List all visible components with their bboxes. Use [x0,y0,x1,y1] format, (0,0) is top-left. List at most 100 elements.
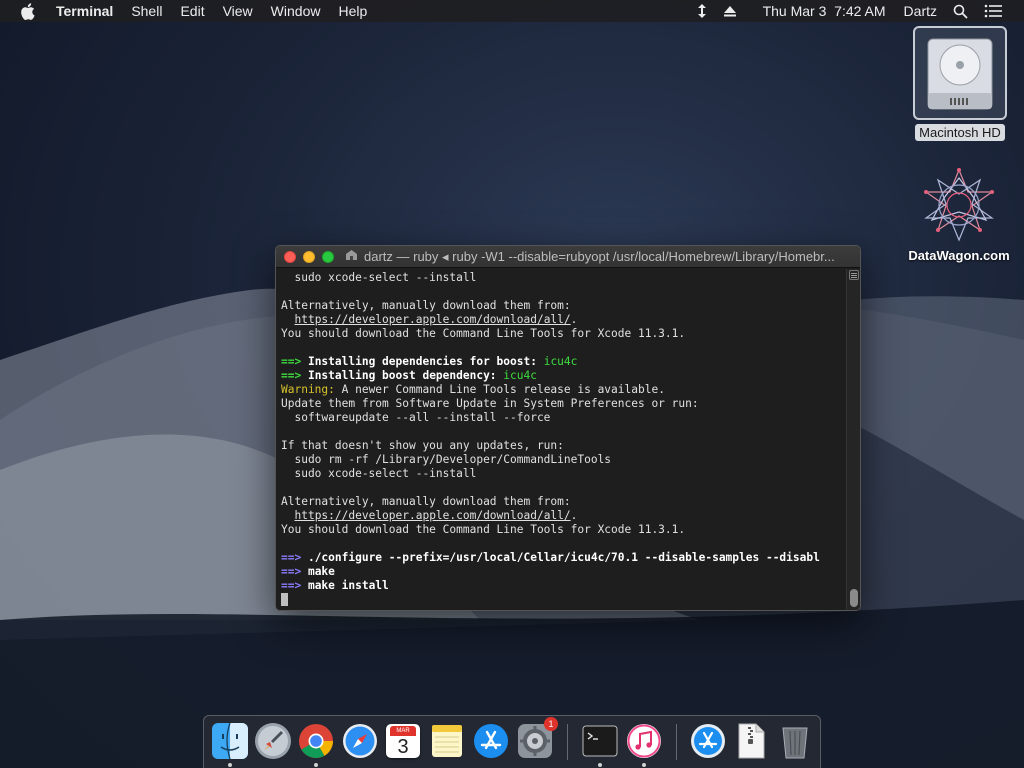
terminal-line: sudo rm -rf /Library/Developer/CommandLi… [281,453,612,466]
arrow-marker: ==> [281,579,302,592]
menu-view[interactable]: View [214,0,262,22]
dock-itunes[interactable] [624,721,664,767]
terminal-line: You should download the Command Line Too… [281,523,686,536]
dock-safari[interactable] [340,721,380,761]
notes-icon [432,725,462,757]
dock-separator [676,724,677,760]
menu-edit[interactable]: Edit [171,0,213,22]
arrow-marker: ==> [281,565,302,578]
hard-drive-icon [913,26,1007,120]
terminal-output[interactable]: sudo xcode-select --install Alternativel… [276,269,846,610]
running-indicator [642,763,646,767]
launchpad-rocket-icon [255,723,291,759]
warning-label: Warning: [281,383,335,396]
zoom-window-button[interactable] [322,250,334,263]
dock-app-store[interactable] [471,721,511,761]
line-text: make [301,565,335,578]
download-link[interactable]: https://developer.apple.com/download/all… [294,313,570,326]
dock-notes[interactable] [427,721,467,761]
terminal-line: Alternatively, manually download them fr… [281,299,571,312]
desktop-icon-label: Macintosh HD [915,124,1005,141]
terminal-line: Alternatively, manually download them fr… [281,495,571,508]
running-indicator [228,763,232,767]
menu-window[interactable]: Window [262,0,330,22]
window-title: dartz — ruby ◂ ruby -W1 --disable=rubyop… [364,248,835,264]
dock-finder[interactable] [210,721,250,767]
dock-launchpad[interactable] [253,721,293,761]
music-note-icon [627,724,661,758]
scroll-menu-icon[interactable] [849,270,859,280]
terminal-line: Warning: A newer Command Line Tools rele… [281,383,846,397]
package-name: icu4c [503,369,537,382]
notification-center-icon[interactable] [976,4,1010,18]
dock-app-store-download[interactable] [688,721,728,761]
download-link[interactable]: https://developer.apple.com/download/all… [294,509,570,522]
notification-badge: 1 [544,717,558,731]
terminal-line: https://developer.apple.com/download/all… [281,313,846,327]
search-icon[interactable] [945,4,976,19]
macintosh-hd-desktop-icon[interactable]: Macintosh HD [908,26,1012,141]
scrollbar-thumb[interactable] [850,589,858,607]
line-text: Installing dependencies for boost: [301,355,544,368]
terminal-line: https://developer.apple.com/download/all… [281,509,846,523]
menu-shell[interactable]: Shell [122,0,171,22]
datawagon-star-icon [924,168,994,242]
terminal-line: You should download the Command Line Too… [281,327,686,340]
app-store-icon [474,724,508,758]
terminal-line: ==> Installing dependencies for boost: i… [281,355,846,369]
terminal-line: sudo xcode-select --install [281,271,477,284]
datawagon-desktop-icon[interactable]: DataWagon.com [900,168,1018,263]
app-store-icon [691,724,725,758]
running-indicator [314,763,318,767]
home-folder-icon [345,248,358,266]
terminal-line: If that doesn't show you any updates, ru… [281,439,564,452]
minimize-window-button[interactable] [303,250,315,263]
menu-clock[interactable]: Thu Mar 3 7:42 AM [755,0,894,22]
line-suffix: . [570,313,578,326]
line-suffix: . [570,509,578,522]
dock: MAR 3 1 [203,715,821,768]
menu-app-terminal[interactable]: Terminal [52,0,122,22]
terminal-line: ==> make install [281,579,846,593]
desktop-icon-label: DataWagon.com [908,248,1010,263]
calendar-month: MAR [390,726,416,736]
menu-user[interactable]: Dartz [896,0,945,22]
terminal-line: ==> make [281,565,846,579]
arrow-marker: ==> [281,355,302,368]
dock-calendar[interactable]: MAR 3 [383,721,423,761]
terminal-line: softwareupdate --all --install --force [281,411,551,424]
vertical-scrollbar[interactable] [846,269,860,610]
terminal-prompt-line[interactable] [281,593,846,607]
chrome-icon [299,724,333,758]
dock-terminal[interactable] [580,721,620,767]
resize-arrows-icon[interactable] [689,3,715,19]
dock-chrome[interactable] [296,721,336,767]
terminal-line: ==> Installing boost dependency: icu4c [281,369,846,383]
terminal-window[interactable]: dartz — ruby ◂ ruby -W1 --disable=rubyop… [275,245,861,611]
dock-system-preferences[interactable]: 1 [515,717,558,761]
menu-help[interactable]: Help [329,0,376,22]
text-cursor [281,593,288,606]
calendar-icon: MAR 3 [386,724,420,758]
close-window-button[interactable] [284,250,296,263]
zip-archive-icon [738,723,765,759]
dock-zip-file[interactable] [731,721,771,761]
line-text: Installing boost dependency: [301,369,504,382]
eject-icon[interactable] [715,5,745,17]
terminal-line: ==> ./configure --prefix=/usr/local/Cell… [281,551,846,565]
terminal-icon [582,725,618,757]
calendar-day: 3 [397,736,409,758]
terminal-line: Update them from Software Update in Syst… [281,397,699,410]
window-title-bar[interactable]: dartz — ruby ◂ ruby -W1 --disable=rubyop… [276,246,860,268]
running-indicator [598,763,602,767]
apple-menu-icon[interactable] [20,2,38,20]
dock-trash[interactable] [775,721,815,761]
safari-compass-icon [343,724,377,758]
dock-separator [567,724,568,760]
